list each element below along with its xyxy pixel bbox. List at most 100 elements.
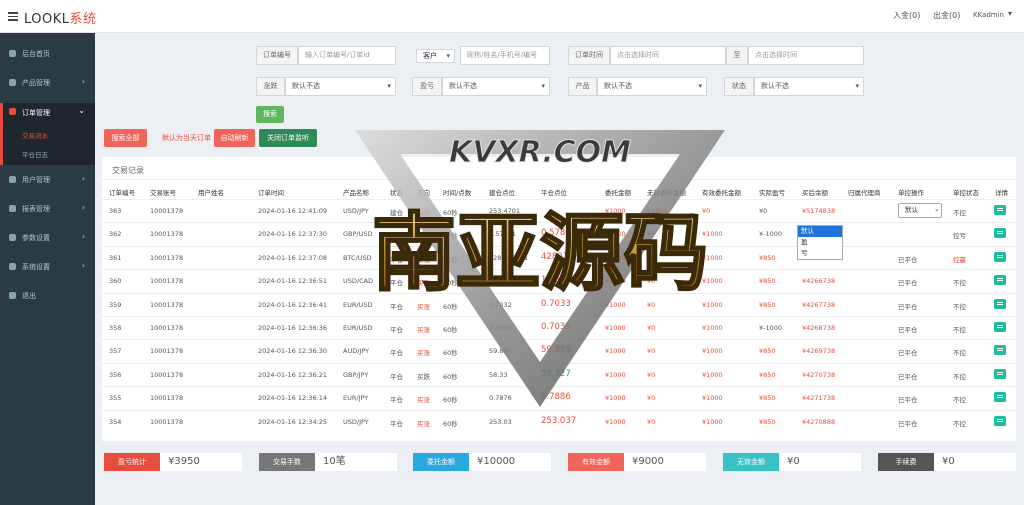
order-no-label: 订单编号 xyxy=(256,46,298,65)
cell-period: 60秒 xyxy=(443,255,458,264)
cell-close: 42807.2911 xyxy=(541,251,593,262)
detail-icon[interactable] xyxy=(994,415,1006,426)
detail-icon[interactable] xyxy=(994,228,1006,239)
cell-pnl: ¥850 xyxy=(759,347,776,356)
th-direction: 方向 xyxy=(417,189,430,197)
user-caret-icon[interactable]: ▾ xyxy=(1008,9,1012,18)
stat-valid-label: 有效金额 xyxy=(568,453,624,471)
cell-pnl: ¥0 xyxy=(759,207,768,215)
dropdown-option-loss[interactable]: 亏 xyxy=(798,248,842,259)
stat-fee-label: 手续费 xyxy=(878,453,934,471)
table-row: 359 10001378 2024-01-16 12:36:41 EUR/USD 平仓 买… xyxy=(102,292,1016,316)
cell-open: 1.0598 xyxy=(489,277,512,286)
sidebar-item-system[interactable]: 系统设置 › xyxy=(0,258,95,276)
cell-time: 2024-01-16 12:41:09 xyxy=(258,207,328,215)
th-amount: 委托金额 xyxy=(605,189,631,197)
cell-time: 2024-01-16 12:37:08 xyxy=(258,253,328,262)
detail-icon[interactable] xyxy=(994,251,1006,262)
cell-id: 360 xyxy=(109,277,122,286)
sidebar-item-reports[interactable]: 报表管理 › xyxy=(0,200,95,218)
cell-amount: ¥1000 xyxy=(605,253,626,262)
cell-cstate: 控亏 xyxy=(953,232,966,241)
pnl-select[interactable]: 默认不选 xyxy=(442,77,550,96)
cell-period: 60秒 xyxy=(443,419,458,428)
cell-period: 60秒 xyxy=(443,372,458,381)
th-period: 时间/点数 xyxy=(443,189,472,197)
cell-status: 平仓 xyxy=(390,396,403,405)
order-no-input[interactable]: 输入订单编号/订单id xyxy=(298,46,396,65)
detail-icon[interactable] xyxy=(994,298,1006,309)
cell-close: 59.899 xyxy=(541,345,571,356)
table-row: 356 10001378 2024-01-16 12:36:21 GBP/JPY 平仓 买… xyxy=(102,362,1016,386)
sidebar-sub-close-log[interactable]: 平仓日志 xyxy=(22,149,48,159)
status-select[interactable]: 默认不选 xyxy=(754,77,864,96)
search-all-button[interactable]: 搜索全部 xyxy=(104,129,147,147)
cell-open: 253.4701 xyxy=(489,207,521,215)
th-close-price: 平仓点位 xyxy=(541,189,567,197)
detail-icon[interactable] xyxy=(994,392,1006,403)
detail-icon[interactable] xyxy=(994,322,1006,332)
cell-status: 平仓 xyxy=(390,419,403,428)
cell-close: 58.327 xyxy=(541,368,571,379)
detail-icon[interactable] xyxy=(994,205,1006,215)
customer-type-select[interactable]: 客户 xyxy=(416,49,455,63)
close-monitor-button[interactable]: 关闭订单监听 xyxy=(259,129,317,147)
table-row: 354 10001378 2024-01-16 12:34:25 USD/JPY 平仓 买… xyxy=(102,409,1016,433)
cell-period: 60秒 xyxy=(443,232,458,241)
cell-amount: ¥1000 xyxy=(605,207,626,215)
sidebar-item-home[interactable]: 后台首页 xyxy=(0,45,95,63)
cell-balance: ¥5174838 xyxy=(802,207,836,215)
cell-open: 253.03 xyxy=(489,417,512,426)
customer-search-input[interactable]: 昵称/姓名/手机号/编号 xyxy=(460,46,550,65)
sidebar-item-products[interactable]: 产品管理 › xyxy=(0,74,95,92)
cell-acct: 10001378 xyxy=(150,417,184,426)
cell-invalid: ¥0 xyxy=(647,347,656,356)
settings-icon xyxy=(9,234,16,241)
cell-amount: ¥1000 xyxy=(605,277,626,286)
stat-amount-label: 委托金额 xyxy=(413,453,469,471)
cell-amount: ¥1000 xyxy=(605,324,626,332)
cell-dir: 买涨 xyxy=(417,302,430,311)
cell-ctrl: 已平仓 xyxy=(898,255,918,264)
cell-product: EUR/JPY xyxy=(343,394,369,403)
detail-icon[interactable] xyxy=(994,345,1006,356)
cell-product: USD/CAD xyxy=(343,277,374,286)
sidebar-sub-trade-flow[interactable]: 交易流水 xyxy=(22,130,48,140)
th-product: 产品名称 xyxy=(343,189,369,197)
th-invalid-amount: 无效委托金额 xyxy=(647,189,686,197)
cell-close: 1.0599 xyxy=(541,275,571,286)
sidebar-item-logout[interactable]: 退出 xyxy=(0,287,95,305)
dropdown-option-default[interactable]: 默认 xyxy=(798,226,842,237)
dropdown-option-win[interactable]: 盈 xyxy=(798,237,842,248)
cell-id: 355 xyxy=(109,394,122,403)
list-icon xyxy=(9,108,16,115)
cell-time: 2024-01-16 12:34:25 xyxy=(258,417,328,426)
menu-toggle-icon[interactable] xyxy=(8,12,18,21)
stat-valid-value: ¥9000 xyxy=(624,453,706,471)
cell-acct: 10001378 xyxy=(150,394,184,403)
auto-refresh-button[interactable]: 自动刷新 xyxy=(214,129,255,147)
product-select[interactable]: 默认不选 xyxy=(597,77,707,96)
trade-records-panel: 交易记录 订单编号 交易账号 用户姓名 订单时间 产品名称 状态 方向 时间/点… xyxy=(102,157,1016,441)
user-menu[interactable]: KKadmin xyxy=(973,11,1004,19)
deposit-link[interactable]: 入金(0) xyxy=(893,10,920,21)
sidebar-item-users[interactable]: 用户管理 › xyxy=(0,171,95,189)
cell-cstate: 不控 xyxy=(953,302,966,311)
cell-balance: ¥4268738 xyxy=(802,324,836,332)
detail-icon[interactable] xyxy=(994,368,1006,379)
sidebar-item-params[interactable]: 参数设置 › xyxy=(0,229,95,247)
end-time-input[interactable]: 点击选择时间 xyxy=(748,46,864,65)
cell-acct: 10001378 xyxy=(150,324,184,332)
cell-acct: 10001378 xyxy=(150,347,184,356)
detail-icon[interactable] xyxy=(994,275,1006,286)
cell-dir: 买涨 xyxy=(417,232,430,241)
cell-acct: 10001378 xyxy=(150,253,184,262)
start-time-input[interactable]: 点击选择时间 xyxy=(610,46,726,65)
cell-ctrl: 已平仓 xyxy=(898,372,918,381)
direction-select[interactable]: 默认不选 xyxy=(285,77,396,96)
withdraw-link[interactable]: 出金(0) xyxy=(933,10,960,21)
logout-icon xyxy=(9,292,16,299)
cell-period: 60秒 xyxy=(443,326,458,334)
search-button[interactable]: 搜索 xyxy=(256,106,284,123)
cell-dir: 买涨 xyxy=(417,279,430,288)
